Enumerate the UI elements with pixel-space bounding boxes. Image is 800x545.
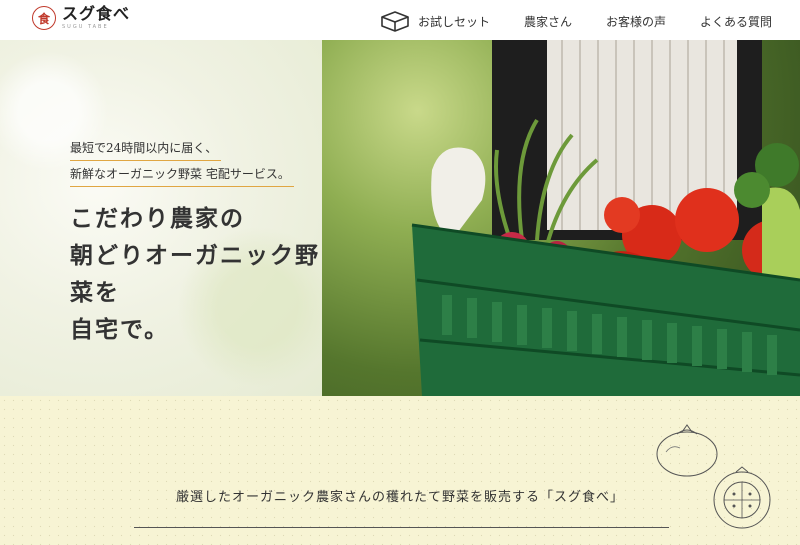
brand-sub: SUGU TABE [62,24,109,30]
hero-photo [322,40,800,396]
headline-line: こだわり農家の [70,205,245,232]
vegetable-crate-illustration [411,40,800,396]
nav-label: よくある質問 [699,14,772,29]
logo-mark: 食 [32,6,56,30]
headline-line: 自宅で。 [70,316,170,343]
hero-tagline: 最短で24時間以内に届く、 新鮮なオーガニック野菜 宅配サービス。 [70,136,294,188]
nav-testimonials[interactable]: お客様の声 [606,13,666,30]
intro-text: 厳選したオーガニック農家さんの穫れたて野菜を販売する「スグ食べ」 [175,490,624,505]
hero-headline: こだわり農家の 朝どりオーガニック野 菜を 自宅で。 [70,200,320,348]
nav-label: お客様の声 [605,14,666,29]
nav-faq[interactable]: よくある質問 [700,13,772,30]
headline-line: 朝どりオーガニック野 [70,242,320,269]
main-nav: お試しセット 農家さん お客様の声 よくある質問 [380,10,772,32]
nav-label: お試しセット [417,14,490,29]
nav-farmers[interactable]: 農家さん [524,13,572,30]
tagline-line-1: 最短で24時間以内に届く、 [70,136,222,161]
divider [134,527,669,528]
brand-name: スグ食べ [62,4,131,23]
intro-section: 厳選したオーガニック農家さんの穫れたて野菜を販売する「スグ食べ」 [0,396,800,545]
site-header: 食 スグ食べ SUGU TABE お試しセット 農家さん お客様の声 よくある質… [0,0,800,40]
logo-text: スグ食べ SUGU TABE [62,4,131,31]
logo[interactable]: 食 スグ食べ SUGU TABE [32,6,130,30]
box-icon [380,10,410,32]
nav-trial-set[interactable]: お試しセット [380,10,490,32]
nav-label: 農家さん [523,14,572,29]
hero: 最短で24時間以内に届く、 新鮮なオーガニック野菜 宅配サービス。 こだわり農家… [0,40,800,396]
headline-line: 菜を [70,279,120,306]
tagline-line-2: 新鮮なオーガニック野菜 宅配サービス。 [70,162,294,187]
